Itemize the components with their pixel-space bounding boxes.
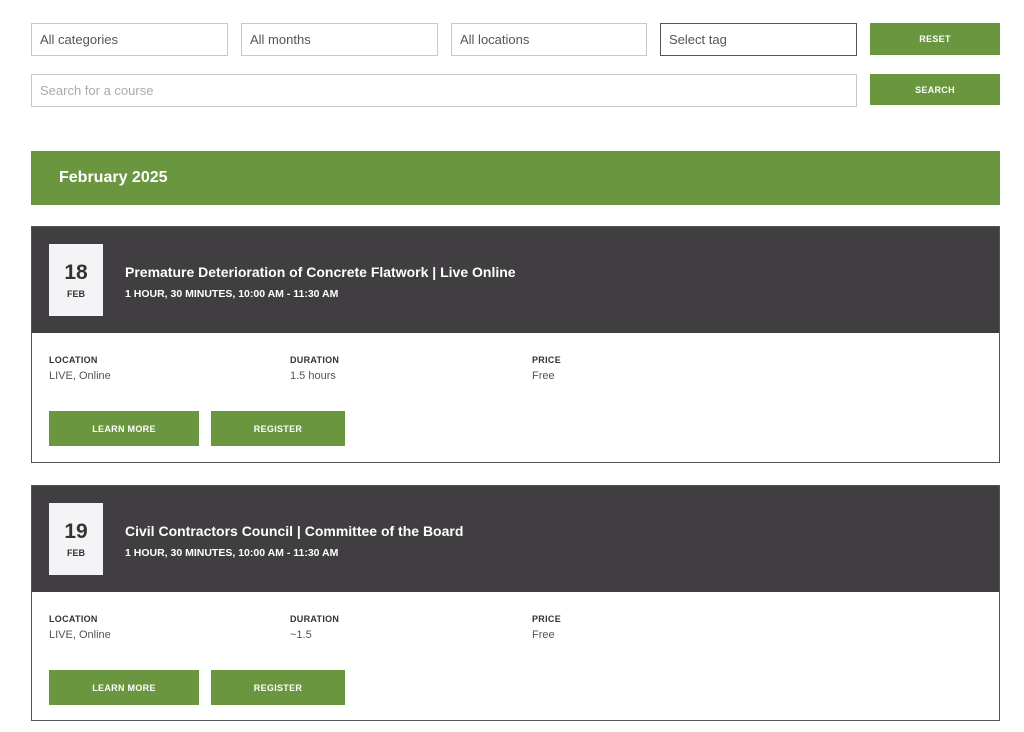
event-price: PRICE Free [532,614,561,641]
duration-label: DURATION [290,614,340,624]
tag-select-value: Select tag [669,32,727,47]
category-select[interactable]: All categories [31,23,228,56]
month-select[interactable]: All months [241,23,438,56]
event-duration: DURATION 1.5 hours [290,355,339,382]
location-select-value: All locations [460,32,530,47]
event-card: 18 FEB Premature Deterioration of Concre… [31,226,1000,463]
reset-button[interactable]: RESET [870,23,1000,55]
event-month: FEB [67,548,85,558]
register-button[interactable]: REGISTER [211,411,345,446]
event-date-badge: 19 FEB [49,503,103,575]
search-button[interactable]: SEARCH [870,74,1000,105]
location-value: LIVE, Online [49,370,111,382]
event-date-badge: 18 FEB [49,244,103,316]
event-title[interactable]: Premature Deterioration of Concrete Flat… [125,264,516,280]
price-label: PRICE [532,355,562,365]
event-time: 1 HOUR, 30 MINUTES, 10:00 AM - 11:30 AM [125,288,339,300]
event-title[interactable]: Civil Contractors Council | Committee of… [125,523,463,539]
duration-value: 1.5 hours [290,370,336,382]
event-location: LOCATION LIVE, Online [49,614,111,641]
register-button[interactable]: REGISTER [211,670,345,705]
month-select-value: All months [250,32,311,47]
event-card: 19 FEB Civil Contractors Council | Commi… [31,485,1000,721]
event-details: LOCATION LIVE, Online DURATION ~1.5 PRIC… [32,592,999,721]
learn-more-button[interactable]: LEARN MORE [49,411,199,446]
location-label: LOCATION [49,355,98,365]
events-page: All categories All months All locations … [0,0,1024,732]
event-details: LOCATION LIVE, Online DURATION 1.5 hours… [32,333,999,462]
price-value: Free [532,370,555,382]
event-price: PRICE Free [532,355,561,382]
event-month: FEB [67,289,85,299]
location-value: LIVE, Online [49,629,111,641]
duration-label: DURATION [290,355,340,365]
tag-select[interactable]: Select tag [660,23,857,56]
event-location: LOCATION LIVE, Online [49,355,111,382]
location-label: LOCATION [49,614,98,624]
search-placeholder: Search for a course [40,83,154,98]
month-heading: February 2025 [31,151,1000,205]
location-select[interactable]: All locations [451,23,647,56]
event-header: 19 FEB Civil Contractors Council | Commi… [32,486,999,592]
price-value: Free [532,629,555,641]
event-duration: DURATION ~1.5 [290,614,339,641]
event-day: 19 [64,520,88,543]
duration-value: ~1.5 [290,629,312,641]
event-day: 18 [64,261,88,284]
event-header: 18 FEB Premature Deterioration of Concre… [32,227,999,333]
course-search-input[interactable]: Search for a course [31,74,857,107]
learn-more-button[interactable]: LEARN MORE [49,670,199,705]
month-heading-text: February 2025 [59,169,168,186]
price-label: PRICE [532,614,562,624]
category-select-value: All categories [40,32,119,47]
event-time: 1 HOUR, 30 MINUTES, 10:00 AM - 11:30 AM [125,547,339,559]
